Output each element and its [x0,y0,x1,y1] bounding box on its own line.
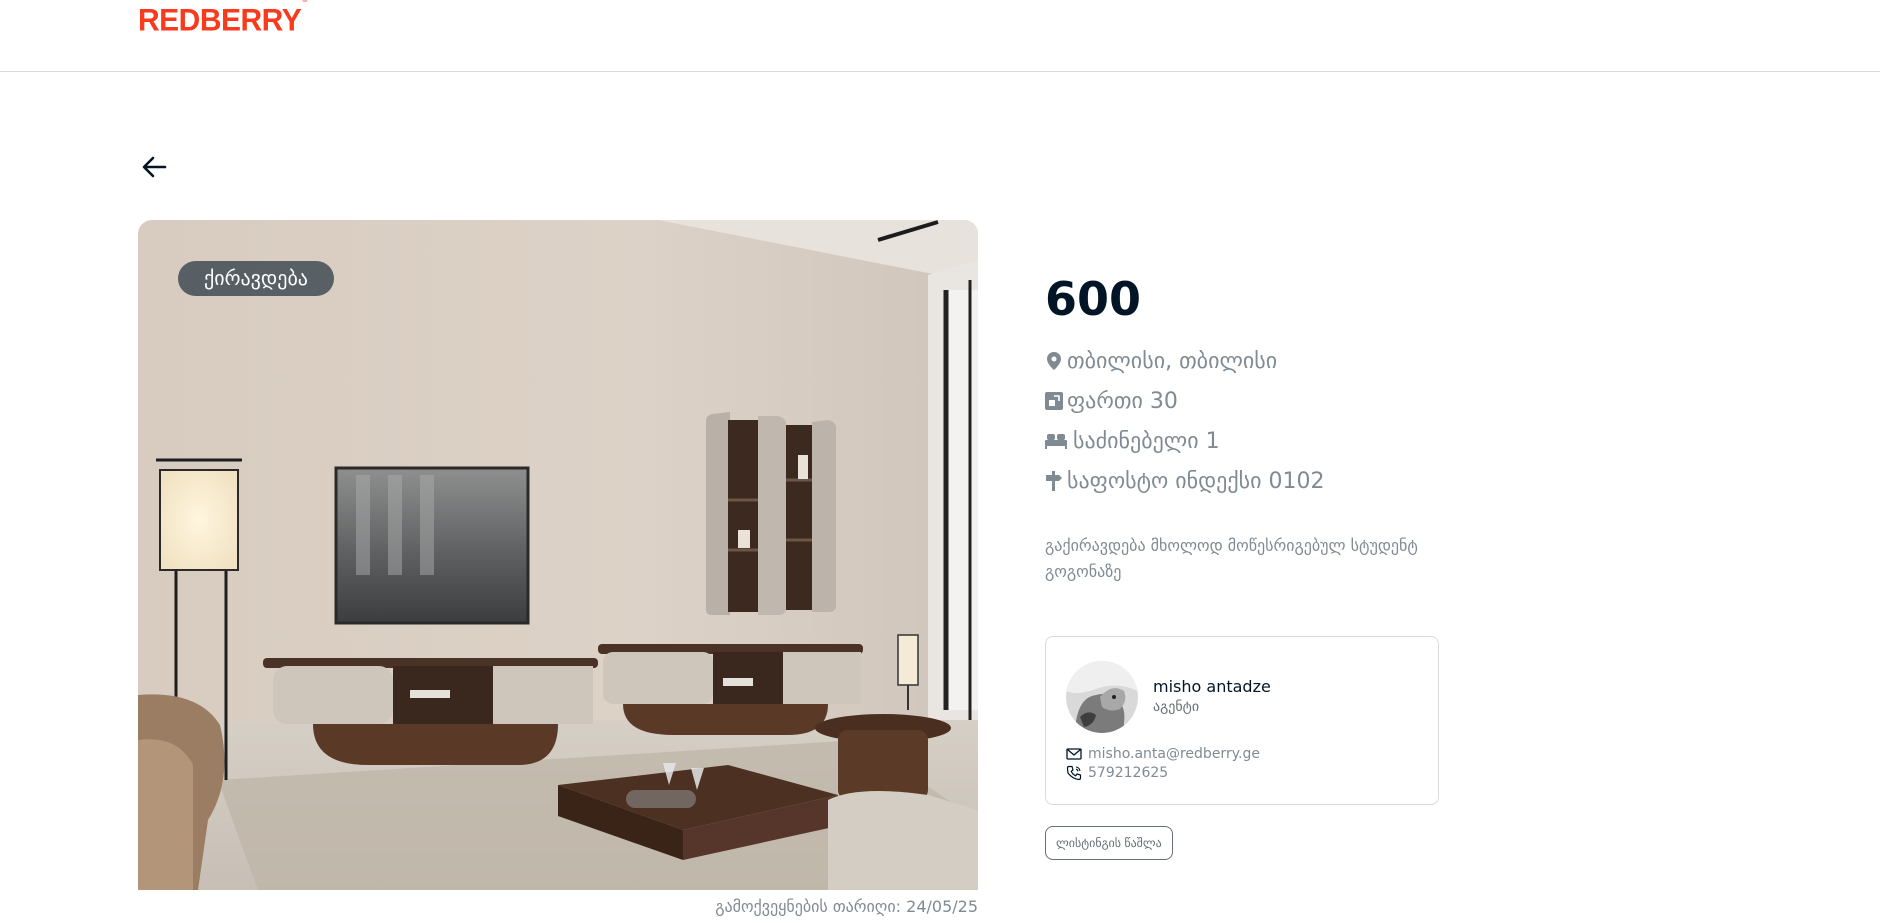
agent-phone-row[interactable]: 579212625 [1066,764,1168,782]
logo-registered-mark: ® [302,0,307,5]
area-text: ფართი 30 [1067,388,1178,414]
listing-description: გაქირავდება მხოლოდ მოწესრიგებულ სტუდენტ … [1045,536,1418,581]
agent-avatar [1066,661,1138,733]
zip-row: საფოსტო ინდექსი 0102 [1045,466,1324,496]
deal-type-badge: ქირავდება [178,261,334,296]
location-pin-icon [1045,352,1063,370]
agent-email-row[interactable]: misho.anta@redberry.ge [1066,745,1260,763]
bedrooms-row: საძინებელი 1 [1045,426,1220,456]
agent-card: misho antadze აგენტი misho.anta@redberry… [1045,636,1439,805]
listing-price: 600 [1045,272,1142,326]
agent-phone: 579212625 [1088,765,1169,781]
area-icon [1045,392,1063,410]
logo-text: REDBERRY [138,3,302,38]
delete-listing-button[interactable]: ლისტინგის წაშლა [1045,826,1173,860]
bedrooms-text: საძინებელი 1 [1073,428,1220,454]
signpost-icon [1045,471,1063,491]
agent-email: misho.anta@redberry.ge [1088,746,1260,762]
agent-name: misho antadze [1153,677,1271,696]
mail-icon [1066,746,1082,762]
back-button[interactable] [138,150,172,184]
agent-role: აგენტი [1153,699,1200,715]
bed-icon [1045,432,1067,450]
phone-icon [1066,765,1082,781]
redberry-logo[interactable]: REDBERRY® [138,0,307,39]
location-row: თბილისი, თბილისი [1045,346,1277,376]
area-row: ფართი 30 [1045,386,1178,416]
publish-date: გამოქვეყნების თარიღი: 24/05/25 [715,897,978,916]
location-text: თბილისი, თბილისი [1067,348,1278,374]
header: REDBERRY® [0,0,1880,72]
zip-text: საფოსტო ინდექსი 0102 [1067,468,1325,494]
arrow-left-icon [142,156,167,178]
listing-photo [138,220,978,890]
